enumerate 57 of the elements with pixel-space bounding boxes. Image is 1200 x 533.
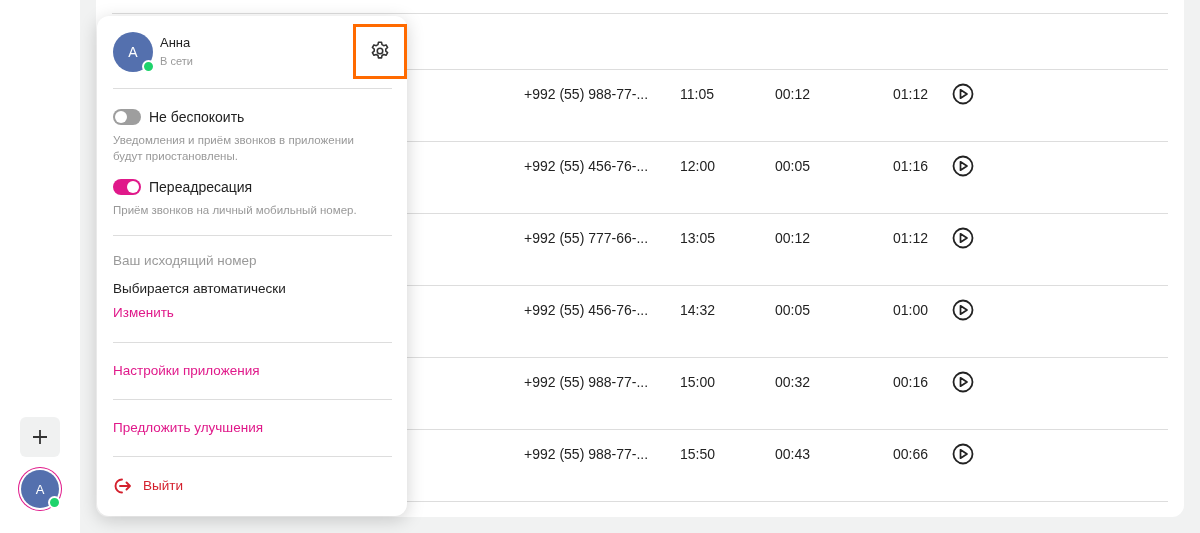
- phone-cell-text: +992 (55) 456-76-...: [524, 302, 650, 318]
- play-icon: [952, 83, 974, 105]
- play-button[interactable]: [952, 155, 974, 177]
- logout-icon: [113, 476, 133, 496]
- toggle-description: Уведомления и приём звонков в приложении будут приостановлены.: [113, 133, 355, 164]
- table-cell-text: 14:32: [680, 302, 717, 318]
- play-button[interactable]: [952, 83, 974, 105]
- phone-cell-text: +992 (55) 456-76-...: [524, 158, 650, 174]
- outgoing-number: Выбирается автоматически: [113, 280, 287, 298]
- table-cell-text: 00:05: [775, 302, 812, 318]
- toggle-label: Переадресация: [149, 179, 253, 195]
- settings-button[interactable]: [353, 23, 407, 79]
- user-name: Анна: [160, 34, 192, 52]
- play-icon: [952, 443, 974, 465]
- play-button[interactable]: [952, 299, 974, 321]
- play-icon: [952, 299, 974, 321]
- user-avatar[interactable]: А: [21, 470, 59, 508]
- play-button[interactable]: [952, 227, 974, 249]
- table-cell-text: 00:32: [775, 374, 812, 390]
- toggle-label: Не беспокоить: [149, 109, 245, 125]
- plus-icon: [32, 429, 48, 445]
- table-cell-text: 01:12: [893, 230, 930, 246]
- table-cell-text: 00:12: [775, 230, 812, 246]
- toggle-switch[interactable]: [113, 109, 141, 125]
- table-cell-text: 00:66: [893, 446, 930, 462]
- toggle-switch[interactable]: [113, 179, 141, 195]
- table-cell-text: 11:05: [680, 86, 715, 102]
- play-icon: [952, 227, 974, 249]
- table-cell-text: 01:16: [893, 158, 930, 174]
- table-cell-text: 01:00: [893, 302, 930, 318]
- phone-cell-text: +992 (55) 777-66-...: [524, 230, 650, 246]
- table-cell-text: 15:00: [680, 374, 717, 390]
- phone-cell-text: +992 (55) 988-77-...: [524, 86, 650, 102]
- phone-cell-text: +992 (55) 988-77-...: [524, 374, 650, 390]
- menu-link[interactable]: Предложить улучшения: [113, 419, 263, 437]
- play-button[interactable]: [952, 443, 974, 465]
- table-cell-text: 13:05: [680, 230, 717, 246]
- section-title: Ваш исходящий номер: [113, 252, 258, 270]
- table-cell-text: 00:05: [775, 158, 812, 174]
- table-cell-text: 15:50: [680, 446, 717, 462]
- add-button[interactable]: [20, 417, 60, 457]
- table-cell-text: 01:12: [893, 86, 930, 102]
- change-link[interactable]: Изменить: [113, 304, 174, 322]
- toggle-description: Приём звонков на личный мобильный номер.: [113, 203, 358, 218]
- table-cell-text: 00:43: [775, 446, 812, 462]
- table-cell-text: 00:16: [893, 374, 930, 390]
- phone-cell-text: +992 (55) 988-77-...: [524, 446, 650, 462]
- table-cell-text: 00:12: [775, 86, 812, 102]
- logout-link[interactable]: Выйти: [113, 476, 183, 496]
- play-icon: [952, 371, 974, 393]
- settings-icon: [369, 40, 391, 62]
- user-avatar[interactable]: А: [113, 32, 153, 72]
- user-status: В сети: [160, 54, 194, 69]
- play-icon: [952, 155, 974, 177]
- menu-link[interactable]: Настройки приложения: [113, 362, 260, 380]
- table-cell-text: 12:00: [680, 158, 717, 174]
- play-button[interactable]: [952, 371, 974, 393]
